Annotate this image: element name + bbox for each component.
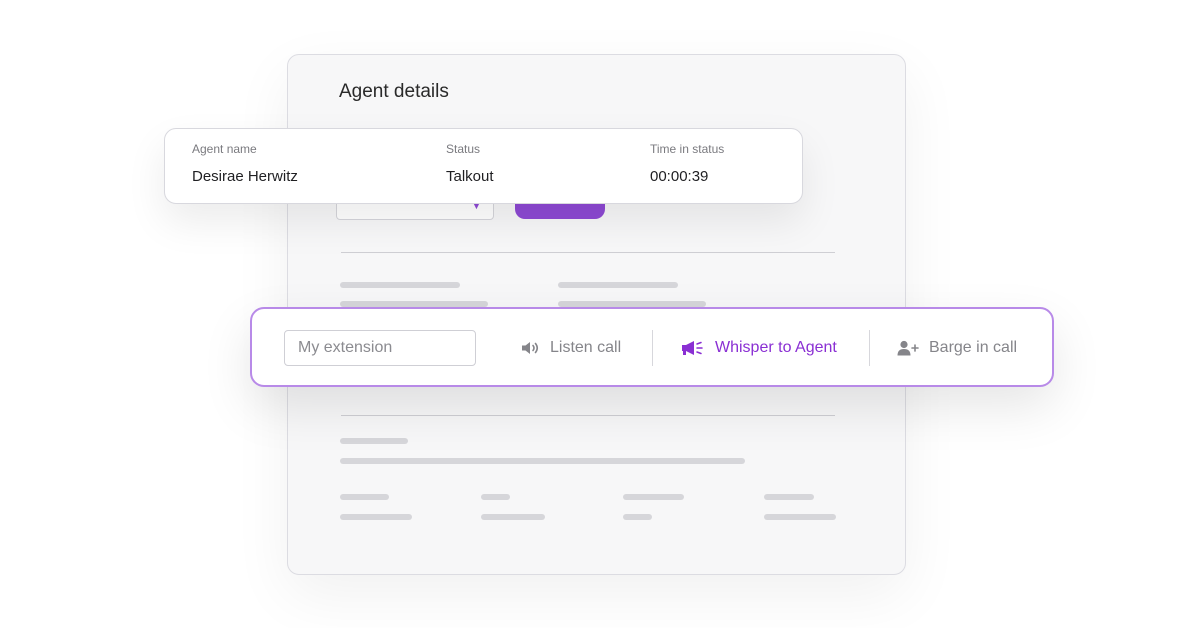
skeleton-line: [623, 514, 652, 520]
status-value: Talkout: [446, 168, 494, 185]
separator: [652, 330, 653, 366]
skeleton-line: [340, 514, 412, 520]
time-in-status-value: 00:00:39: [650, 168, 709, 185]
skeleton-line: [623, 494, 684, 500]
agent-name-value: Desirae Herwitz: [192, 168, 298, 185]
time-in-status-label: Time in status: [650, 142, 725, 156]
skeleton-line: [558, 282, 678, 288]
agent-info-card: Agent name Desirae Herwitz Status Talkou…: [164, 128, 803, 204]
skeleton-line: [481, 494, 510, 500]
user-plus-icon: [897, 340, 919, 356]
barge-in-call-button[interactable]: Barge in call: [897, 331, 1017, 365]
skeleton-line: [340, 438, 408, 444]
whisper-to-agent-button[interactable]: Whisper to Agent: [681, 331, 837, 365]
divider: [341, 252, 835, 253]
speaker-icon: [521, 341, 540, 355]
time-in-status-column: Time in status 00:00:39: [650, 142, 724, 185]
skeleton-line: [764, 514, 836, 520]
status-label: Status: [446, 142, 481, 156]
call-action-bar: Listen call Whisper to Agent Barge in ca…: [250, 307, 1054, 387]
barge-in-call-label: Barge in call: [929, 339, 1018, 356]
skeleton-line: [764, 494, 814, 500]
skeleton-line: [481, 514, 545, 520]
separator: [869, 330, 870, 366]
skeleton-line: [340, 282, 460, 288]
skeleton-line: [340, 458, 745, 464]
agent-name-column: Agent name Desirae Herwitz: [192, 142, 298, 185]
panel-title: Agent details: [339, 81, 449, 102]
whisper-to-agent-label: Whisper to Agent: [715, 339, 837, 356]
agent-name-label: Agent name: [192, 142, 257, 156]
divider: [341, 415, 835, 416]
extension-input[interactable]: [284, 330, 476, 366]
megaphone-icon: [681, 340, 705, 356]
listen-call-label: Listen call: [550, 339, 622, 356]
skeleton-line: [340, 494, 389, 500]
listen-call-button[interactable]: Listen call: [521, 331, 621, 365]
status-column: Status Talkout: [446, 142, 494, 185]
